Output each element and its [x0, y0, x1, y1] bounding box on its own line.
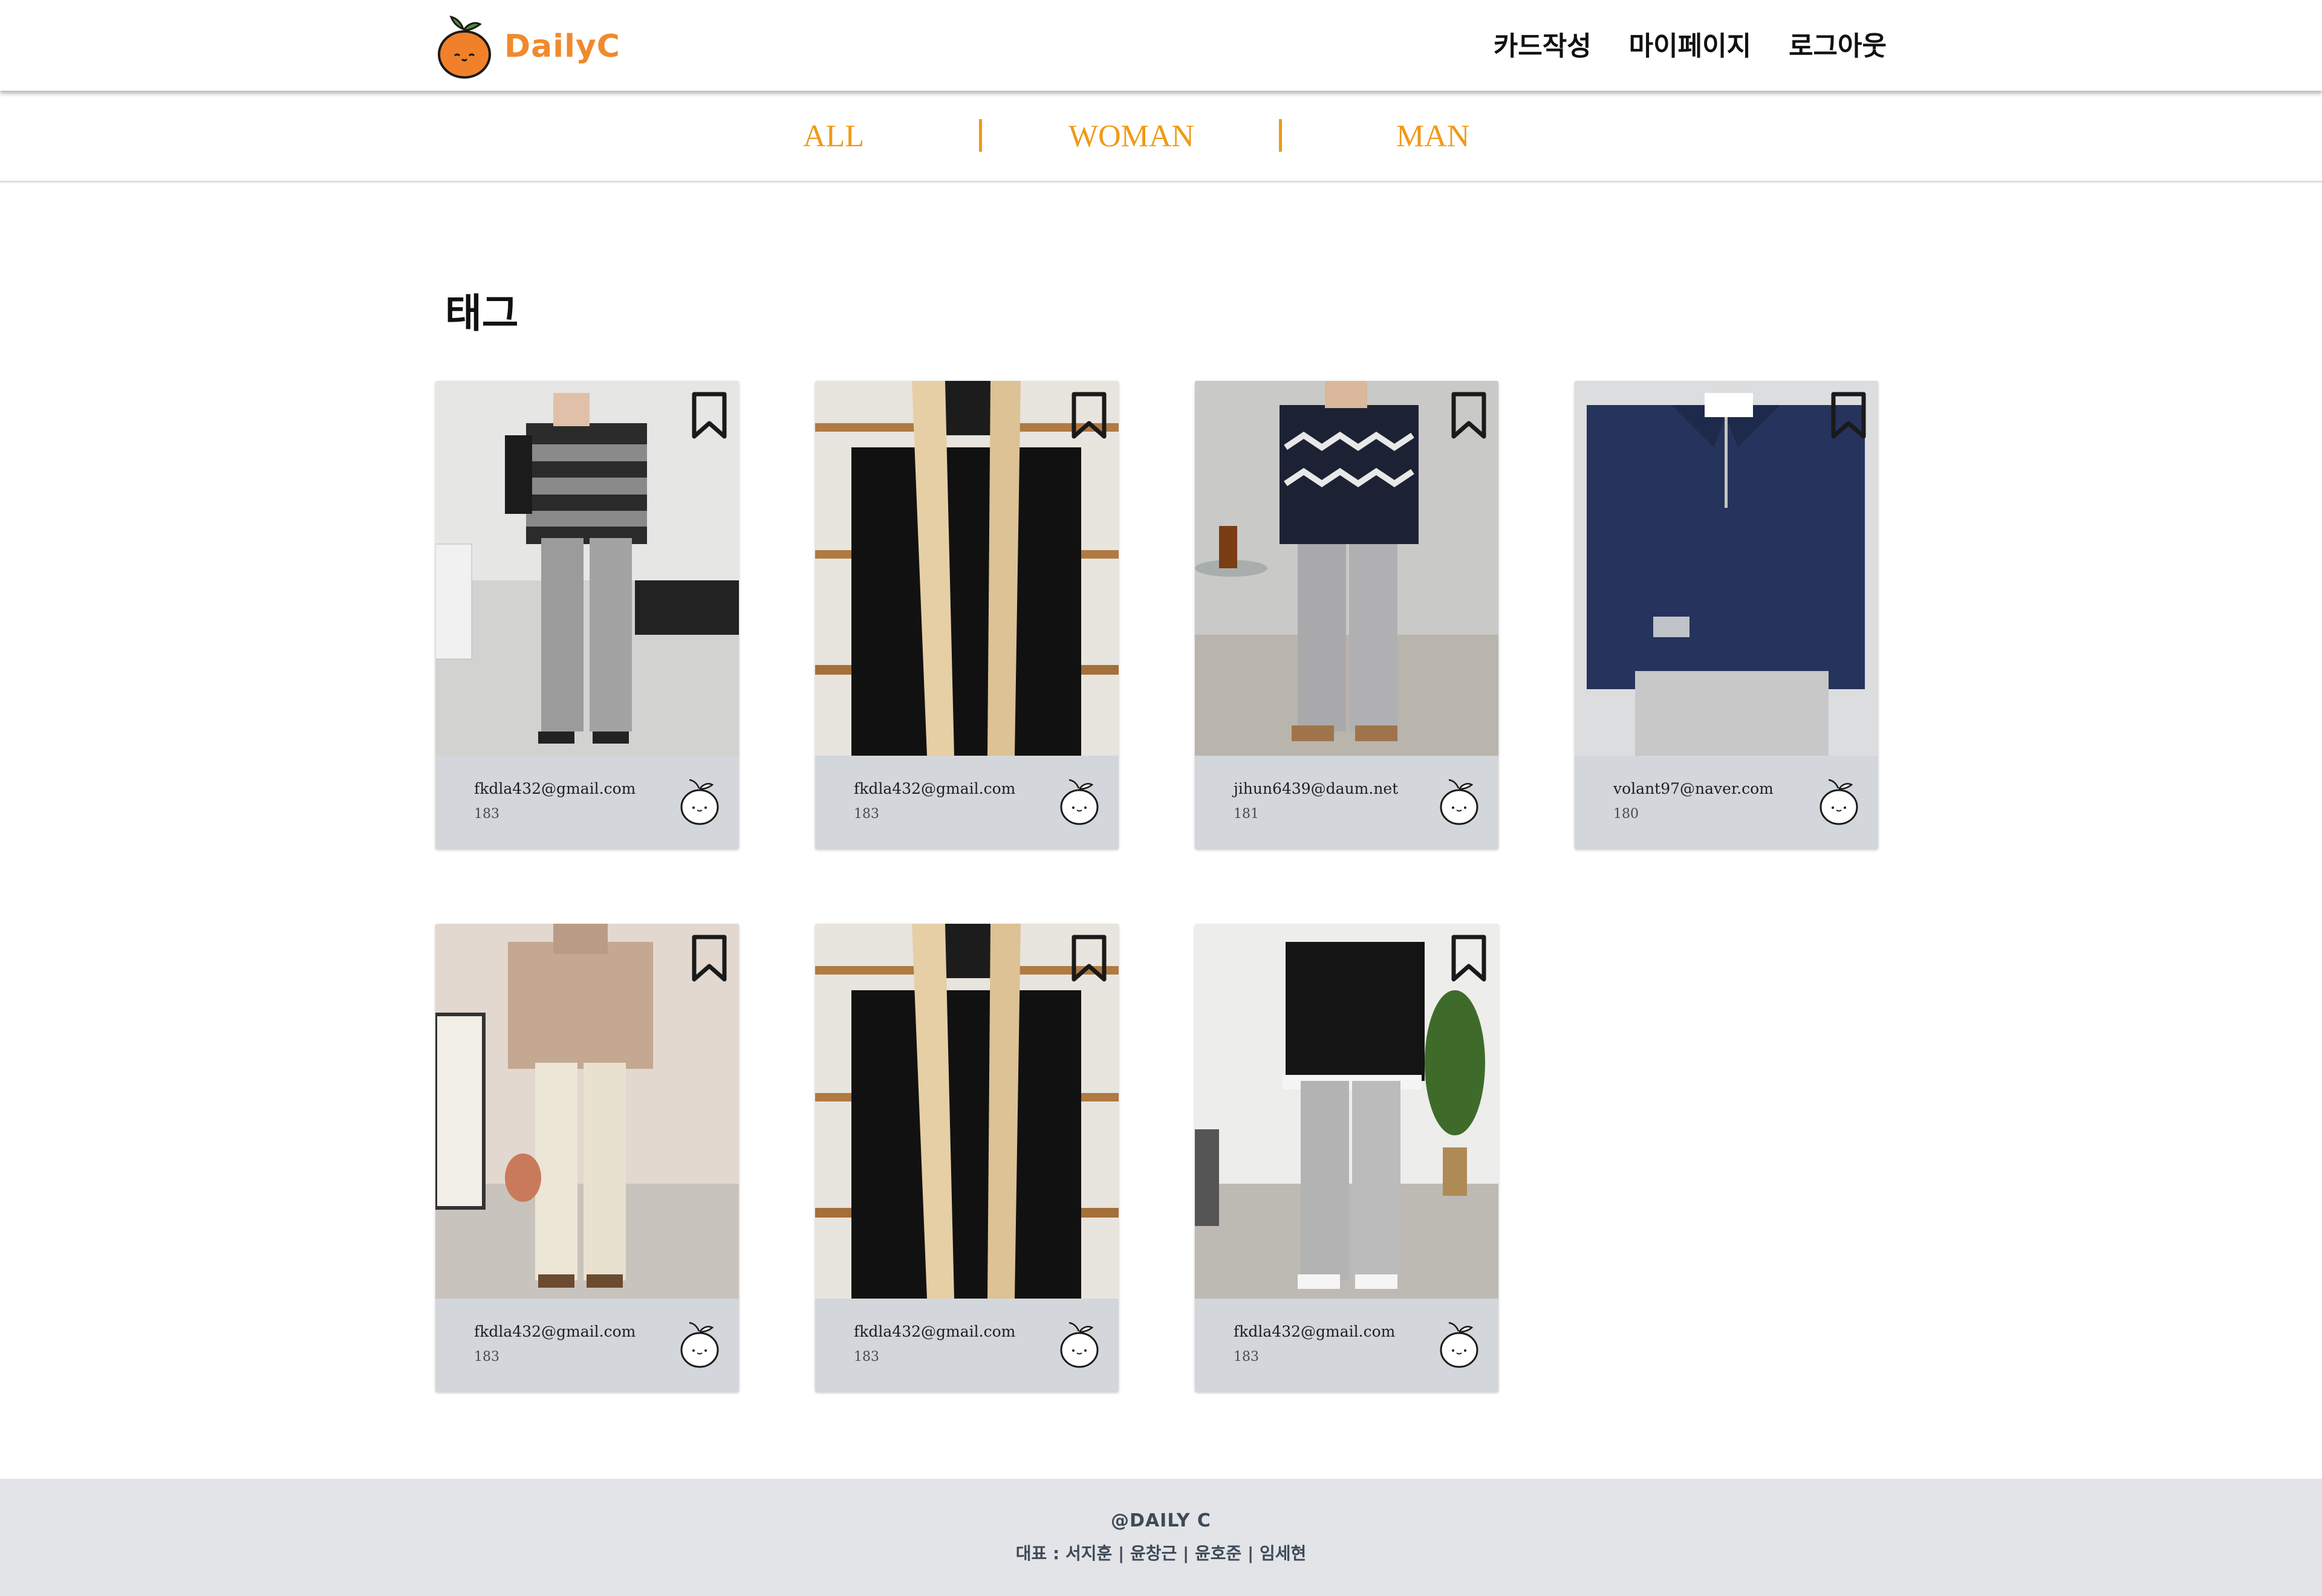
logo-text: DailyC [504, 28, 620, 65]
bookmark-icon[interactable] [691, 935, 728, 983]
card-info: fkdla432@gmail.com 183 [435, 1299, 739, 1392]
footer: @DAILY C 대표 : 서지훈 | 윤창근 | 윤호준 | 임세현 [0, 1479, 2322, 1596]
author-height: 183 [854, 806, 879, 822]
author-email: volant97@naver.com [1613, 780, 1774, 797]
author-email: fkdla432@gmail.com [474, 780, 636, 797]
category-man[interactable]: MAN [1396, 118, 1469, 154]
author-height: 180 [1613, 806, 1639, 822]
category-woman[interactable]: WOMAN [1068, 118, 1194, 154]
footer-brand: @DAILY C [1111, 1510, 1211, 1531]
outfit-card[interactable]: fkdla432@gmail.com 183 [1195, 924, 1498, 1392]
bookmark-icon[interactable] [1070, 392, 1108, 440]
tangerine-face-icon[interactable] [678, 779, 721, 826]
card-info: fkdla432@gmail.com 183 [815, 1299, 1119, 1392]
card-info: fkdla432@gmail.com 183 [435, 756, 739, 849]
category-all[interactable]: ALL [803, 118, 864, 154]
author-email: fkdla432@gmail.com [854, 780, 1016, 797]
category-bar: ALL WOMAN MAN [0, 91, 2322, 183]
author-height: 183 [854, 1349, 879, 1364]
outfit-card[interactable]: fkdla432@gmail.com 183 [435, 924, 739, 1392]
page-title: 태그 [445, 290, 519, 337]
outfit-card[interactable]: fkdla432@gmail.com 183 [815, 924, 1119, 1392]
tangerine-face-icon[interactable] [1438, 1322, 1480, 1369]
card-info: fkdla432@gmail.com 183 [815, 756, 1119, 849]
card-info: fkdla432@gmail.com 183 [1195, 1299, 1498, 1392]
outfit-card[interactable]: fkdla432@gmail.com 183 [815, 381, 1119, 849]
top-header: DailyC 카드작성 마이페이지 로그아웃 [0, 0, 2322, 91]
category-divider [979, 119, 982, 152]
card-info: volant97@naver.com 180 [1575, 756, 1878, 849]
top-nav: 카드작성 마이페이지 로그아웃 [1494, 24, 1887, 63]
outfit-card[interactable]: jihun6439@daum.net 181 [1195, 381, 1498, 849]
tangerine-face-icon[interactable] [1438, 779, 1480, 826]
bookmark-icon[interactable] [1450, 935, 1488, 983]
card-info: jihun6439@daum.net 181 [1195, 756, 1498, 849]
nav-my-page[interactable]: 마이페이지 [1629, 24, 1751, 63]
tangerine-face-icon[interactable] [1058, 779, 1101, 826]
bookmark-icon[interactable] [691, 392, 728, 440]
author-height: 183 [474, 806, 499, 822]
bookmark-icon[interactable] [1450, 392, 1488, 440]
author-height: 183 [1234, 1349, 1259, 1364]
author-email: jihun6439@daum.net [1234, 780, 1399, 797]
tangerine-face-icon[interactable] [678, 1322, 721, 1369]
bookmark-icon[interactable] [1070, 935, 1108, 983]
outfit-card[interactable]: volant97@naver.com 180 [1575, 381, 1878, 849]
logo[interactable]: DailyC [437, 13, 620, 80]
nav-write-card[interactable]: 카드작성 [1494, 24, 1592, 63]
bookmark-icon[interactable] [1830, 392, 1867, 440]
footer-representatives: 대표 : 서지훈 | 윤창근 | 윤호준 | 임세현 [1015, 1543, 1307, 1563]
author-height: 183 [474, 1349, 499, 1364]
author-email: fkdla432@gmail.com [474, 1323, 636, 1340]
author-email: fkdla432@gmail.com [854, 1323, 1016, 1340]
outfit-card[interactable]: fkdla432@gmail.com 183 [435, 381, 739, 849]
nav-logout[interactable]: 로그아웃 [1789, 24, 1887, 63]
author-height: 181 [1234, 806, 1259, 822]
tangerine-logo-icon [437, 15, 492, 79]
author-email: fkdla432@gmail.com [1234, 1323, 1396, 1340]
tangerine-face-icon[interactable] [1818, 779, 1860, 826]
tangerine-face-icon[interactable] [1058, 1322, 1101, 1369]
category-divider [1279, 119, 1282, 152]
